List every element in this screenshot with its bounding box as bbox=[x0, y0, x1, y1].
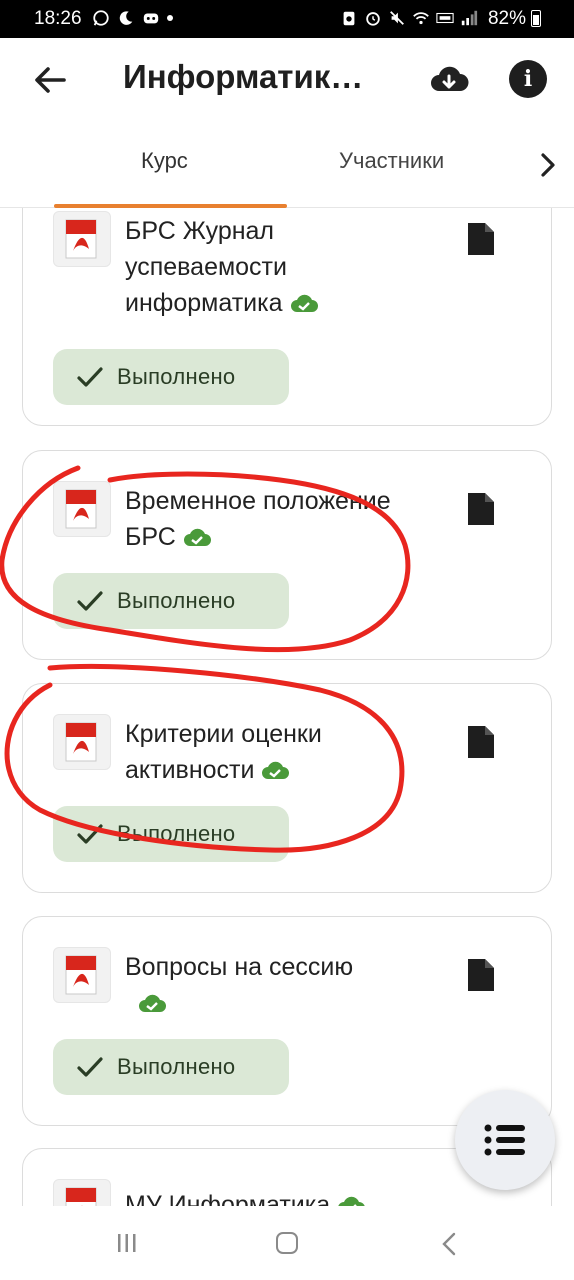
alarm-clock-icon bbox=[366, 12, 380, 26]
pdf-icon bbox=[53, 947, 111, 1003]
cloud-check-icon bbox=[338, 1197, 365, 1206]
document-icon[interactable] bbox=[466, 491, 496, 527]
system-nav-bar bbox=[0, 1206, 574, 1280]
signal-icon bbox=[461, 10, 478, 26]
status-badge[interactable]: Выполнено bbox=[53, 349, 289, 405]
back-arrow-icon[interactable] bbox=[30, 60, 70, 100]
battery-percent: 82% bbox=[487, 8, 526, 29]
status-badge[interactable]: Выполнено bbox=[53, 806, 289, 862]
item-title[interactable]: Критерии оценки активности bbox=[125, 716, 385, 788]
pdf-icon bbox=[53, 1179, 111, 1206]
document-icon[interactable] bbox=[466, 724, 496, 760]
check-icon bbox=[77, 824, 103, 844]
cloud-download-icon[interactable] bbox=[428, 60, 470, 102]
check-icon bbox=[77, 367, 103, 387]
status-badge[interactable]: Выполнено bbox=[53, 573, 289, 629]
item-title[interactable]: БРС Журнал успеваемости информатика bbox=[125, 213, 425, 321]
tab-course[interactable]: Курс bbox=[141, 148, 188, 174]
document-icon[interactable] bbox=[466, 957, 496, 993]
cloud-check-icon bbox=[139, 995, 166, 1013]
info-icon[interactable]: i bbox=[509, 60, 547, 98]
course-content-list[interactable]: БРС Журнал успеваемости информатика Выпо… bbox=[0, 208, 574, 1206]
nav-back-icon[interactable] bbox=[440, 1232, 458, 1256]
status-right-icons bbox=[340, 9, 478, 27]
course-index-fab[interactable] bbox=[455, 1090, 555, 1190]
status-left-icons bbox=[92, 9, 173, 27]
page-title: Информатик… bbox=[123, 58, 364, 95]
check-icon bbox=[77, 591, 103, 611]
cloud-check-icon bbox=[290, 295, 318, 313]
tab-participants[interactable]: Участники bbox=[339, 148, 444, 174]
mute-icon bbox=[390, 11, 404, 25]
item-title[interactable]: Вопросы на сессию bbox=[125, 949, 425, 1021]
list-item[interactable]: Вопросы на сессию Выполнено bbox=[22, 916, 552, 1126]
pdf-icon bbox=[53, 481, 111, 537]
status-bar: 18:26 82% bbox=[0, 0, 574, 38]
tab-bar: Курс Участники bbox=[0, 124, 574, 208]
document-icon[interactable] bbox=[466, 221, 496, 257]
check-icon bbox=[77, 1057, 103, 1077]
cloud-check-icon bbox=[183, 529, 211, 547]
item-title[interactable]: МУ Информатика bbox=[125, 1187, 445, 1206]
status-badge[interactable]: Выполнено bbox=[53, 1039, 289, 1095]
list-icon bbox=[484, 1124, 525, 1156]
home-icon[interactable] bbox=[276, 1232, 298, 1254]
pdf-icon bbox=[53, 211, 111, 267]
status-time: 18:26 bbox=[34, 8, 82, 29]
lte-icon bbox=[436, 12, 454, 24]
list-item[interactable]: Критерии оценки активности Выполнено bbox=[22, 683, 552, 893]
cloud-check-icon bbox=[262, 762, 290, 780]
battery-icon bbox=[531, 10, 541, 27]
wifi-icon bbox=[413, 12, 429, 25]
list-item[interactable]: Временное положение БРС Выполнено bbox=[22, 450, 552, 660]
recent-apps-icon[interactable] bbox=[116, 1232, 138, 1254]
notification-dot bbox=[167, 15, 173, 21]
item-title[interactable]: Временное положение БРС bbox=[125, 483, 405, 555]
moon-icon bbox=[119, 11, 133, 25]
app-bar: Информатик… i bbox=[0, 38, 574, 124]
list-item[interactable]: БРС Журнал успеваемости информатика Выпо… bbox=[22, 208, 552, 426]
whatsapp-icon bbox=[93, 10, 109, 26]
pdf-icon bbox=[53, 714, 111, 770]
alarm-profile-icon bbox=[343, 11, 355, 26]
chevron-right-icon[interactable] bbox=[536, 150, 560, 180]
discord-icon bbox=[143, 13, 159, 24]
